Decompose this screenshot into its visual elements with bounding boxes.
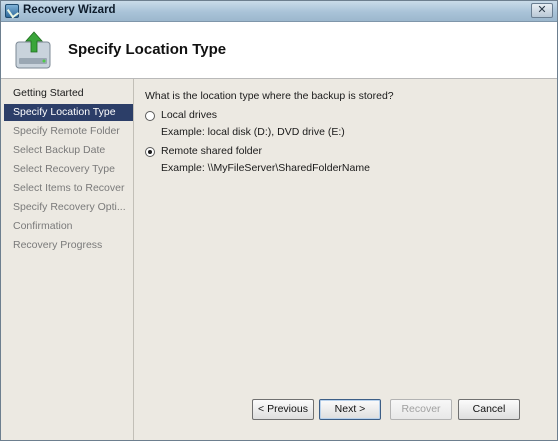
step-select-recovery-type: Select Recovery Type [13,163,115,175]
wizard-steps-sidebar: Getting Started Specify Location Type Sp… [1,79,134,440]
step-select-items-to-recover: Select Items to Recover [13,182,125,194]
next-button[interactable]: Next > [319,399,381,420]
step-specify-recovery-options: Specify Recovery Opti... [13,201,126,213]
step-specify-location-type: Specify Location Type [4,104,133,121]
remote-shared-folder-radio[interactable] [145,147,155,157]
step-confirmation: Confirmation [13,220,73,232]
remote-shared-folder-example: Example: \\MyFileServer\SharedFolderName [161,162,370,174]
recovery-wizard-icon [5,4,19,18]
cancel-button[interactable]: Cancel [458,399,520,420]
step-specify-remote-folder: Specify Remote Folder [13,125,120,137]
wizard-header: Specify Location Type [1,22,557,79]
step-recovery-progress: Recovery Progress [13,239,103,251]
backup-drive-icon [15,31,51,69]
page-title: Specify Location Type [68,41,227,58]
wizard-content: What is the location type where the back… [134,79,557,440]
recover-button[interactable]: Recover [390,399,452,420]
close-icon[interactable]: ✕ [531,3,553,18]
local-drives-radio[interactable] [145,111,155,121]
recovery-wizard-window: Recovery Wizard ✕ Specify Location Type … [0,0,558,441]
local-drives-example: Example: local disk (D:), DVD drive (E:) [161,126,345,138]
previous-button[interactable]: < Previous [252,399,314,420]
location-question: What is the location type where the back… [145,90,394,102]
local-drives-label[interactable]: Local drives [161,109,217,121]
remote-shared-folder-label[interactable]: Remote shared folder [161,145,262,157]
step-getting-started: Getting Started [13,87,84,99]
title-bar[interactable]: Recovery Wizard ✕ [1,1,557,22]
window-title: Recovery Wizard [23,4,116,16]
step-select-backup-date: Select Backup Date [13,144,106,156]
